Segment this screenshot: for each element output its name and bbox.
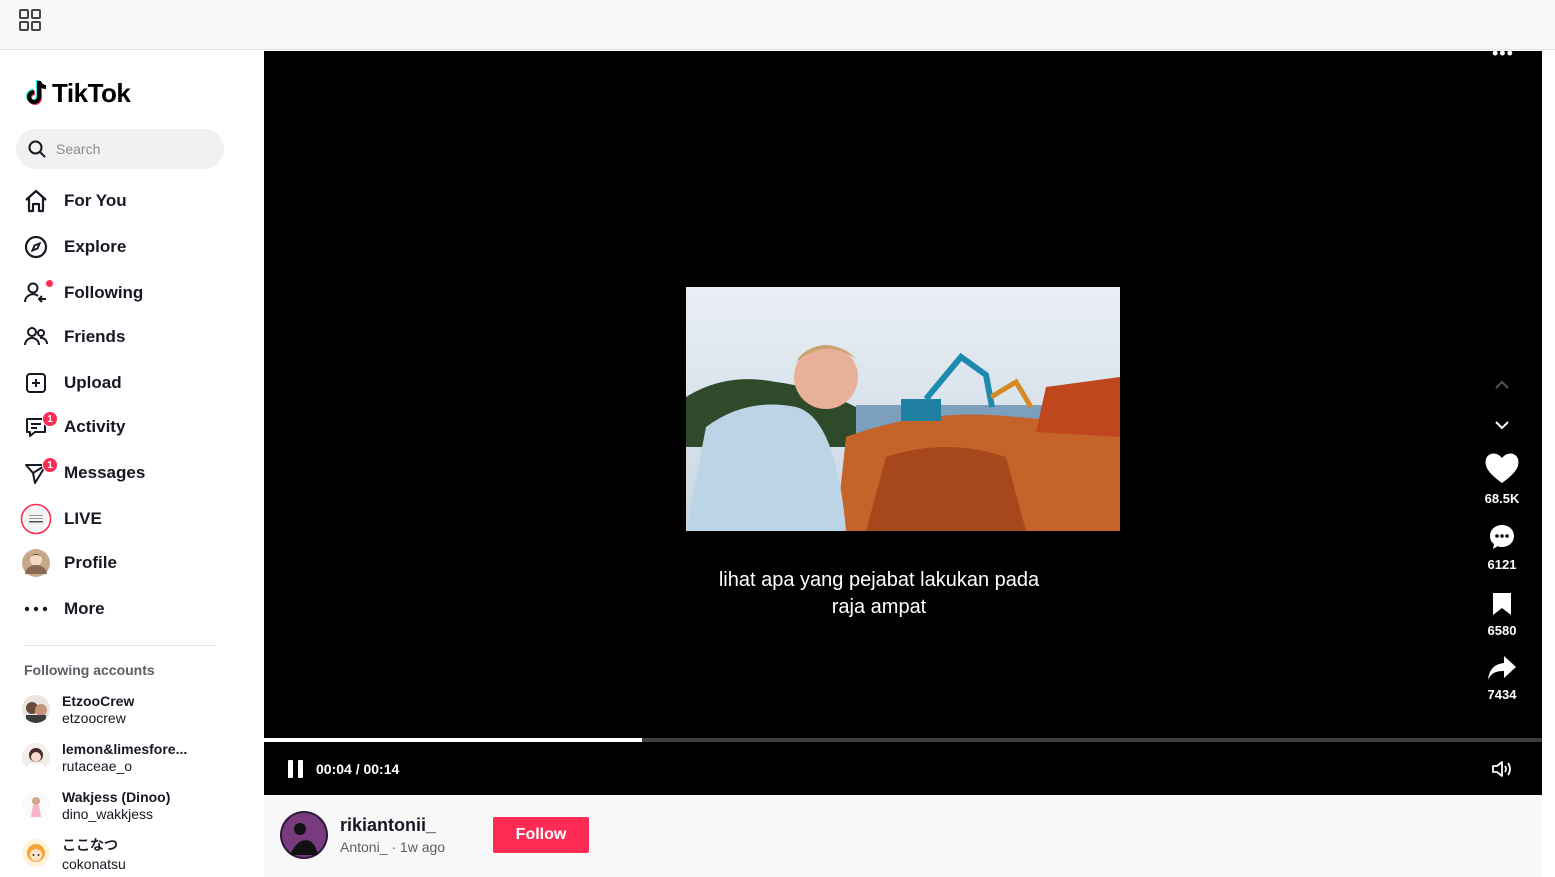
- account-avatar: [22, 743, 50, 771]
- following-account-item[interactable]: Wakjess (Dinoo) dino_wakkjess: [22, 785, 242, 825]
- player-controls: 00:04 / 00:14: [264, 742, 1542, 795]
- nav-item-messages[interactable]: 1 Messages: [20, 455, 240, 491]
- save-button[interactable]: 6580: [1472, 591, 1532, 638]
- sidebar-divider: [24, 645, 216, 646]
- like-count: 68.5K: [1484, 491, 1520, 506]
- top-bar: [0, 0, 1555, 50]
- friends-icon: [20, 321, 52, 353]
- nav-label: LIVE: [64, 509, 102, 528]
- nav-item-upload[interactable]: Upload: [20, 365, 240, 401]
- video-caption: lihat apa yang pejabat lakukan pada raja…: [674, 567, 1084, 621]
- account-avatar: [22, 839, 50, 867]
- caption-line: lihat apa yang pejabat lakukan pada: [718, 569, 1040, 591]
- search-icon: [28, 140, 46, 158]
- account-avatar: [22, 791, 50, 819]
- upload-icon: [20, 367, 52, 399]
- notification-dot: [46, 280, 53, 287]
- nav-label: For You: [64, 191, 127, 210]
- live-icon: [20, 503, 52, 535]
- bookmark-icon: [1493, 593, 1511, 615]
- nav-label: Activity: [64, 417, 126, 436]
- more-icon: [20, 593, 52, 625]
- following-icon: [20, 277, 53, 309]
- search-input[interactable]: [56, 141, 206, 157]
- nav-item-friends[interactable]: Friends: [20, 319, 240, 355]
- pause-icon: [288, 760, 293, 778]
- nav-item-explore[interactable]: Explore: [20, 229, 240, 265]
- following-accounts-title: Following accounts: [24, 662, 155, 678]
- account-name: Wakjess (Dinoo): [62, 788, 171, 805]
- video-info-bar: rikiantonii_ Antoni_ · 1w ago Follow: [264, 795, 1542, 877]
- share-count: 7434: [1487, 687, 1517, 702]
- nav-label: Explore: [64, 237, 127, 256]
- sidebar: TikTok For You Explore Following Friends: [0, 51, 264, 877]
- author-avatar[interactable]: [280, 811, 328, 859]
- nav-label: More: [64, 599, 105, 618]
- like-button[interactable]: 68.5K: [1472, 451, 1532, 506]
- account-avatar: [22, 695, 50, 723]
- activity-badge: 1: [42, 411, 58, 427]
- profile-avatar: [20, 547, 52, 579]
- previous-video-button[interactable]: [1490, 373, 1514, 397]
- comment-icon: [1490, 525, 1514, 549]
- caption-line: raja ampat: [831, 596, 927, 618]
- chevron-down-icon: [1495, 421, 1509, 430]
- search-box[interactable]: [16, 129, 224, 169]
- account-name: EtzooCrew: [62, 692, 135, 709]
- activity-icon: 1: [20, 411, 58, 443]
- author-username[interactable]: rikiantonii_: [340, 815, 436, 836]
- apps-grid-icon[interactable]: [19, 9, 41, 31]
- nav-label: Friends: [64, 327, 126, 346]
- nav-label: Profile: [64, 553, 117, 572]
- account-handle: cokonatsu: [62, 855, 126, 872]
- account-handle: dino_wakkjess: [62, 805, 154, 822]
- pause-icon-bar: [298, 760, 303, 778]
- nav-item-for-you[interactable]: For You: [20, 183, 240, 219]
- tiktok-logo[interactable]: TikTok: [24, 77, 131, 109]
- video-thumbnail: [686, 287, 1120, 531]
- account-handle: etzoocrew: [62, 709, 126, 726]
- account-handle: rutaceae_o: [62, 757, 133, 774]
- volume-icon[interactable]: [1490, 758, 1514, 780]
- nav-item-following[interactable]: Following: [20, 275, 240, 311]
- nav-item-activity[interactable]: 1 Activity: [20, 409, 240, 445]
- heart-icon: [1485, 453, 1519, 483]
- following-account-item[interactable]: ここなつ cokonatsu: [22, 833, 242, 873]
- following-account-item[interactable]: EtzooCrew etzoocrew: [22, 689, 242, 729]
- video-player[interactable]: ••• lihat apa yang pejabat lakukan pada …: [264, 43, 1542, 795]
- comment-button[interactable]: 6121: [1472, 523, 1532, 572]
- account-name: lemon&limesfore...: [62, 740, 188, 757]
- follow-button[interactable]: Follow: [493, 817, 589, 853]
- pause-button[interactable]: [288, 760, 304, 778]
- author-meta: Antoni_ · 1w ago: [340, 839, 446, 855]
- home-icon: [20, 185, 52, 217]
- account-name: ここなつ: [62, 836, 118, 853]
- comment-count: 6121: [1487, 557, 1517, 572]
- nav-label: Upload: [64, 373, 122, 392]
- tiktok-note-icon: [26, 80, 47, 105]
- save-count: 6580: [1487, 623, 1517, 638]
- nav-item-live[interactable]: LIVE: [20, 501, 240, 537]
- share-button[interactable]: 7434: [1472, 655, 1532, 702]
- video-frame: [686, 287, 1120, 531]
- nav-item-more[interactable]: More: [20, 591, 240, 627]
- compass-icon: [20, 231, 52, 263]
- more-options-icon[interactable]: •••: [1492, 43, 1514, 64]
- messages-icon: 1: [20, 457, 58, 489]
- next-video-button[interactable]: [1490, 413, 1514, 437]
- chevron-up-icon: [1495, 380, 1509, 389]
- nav-label: Messages: [64, 463, 146, 482]
- nav-item-profile[interactable]: Profile: [20, 545, 240, 581]
- share-icon: [1488, 656, 1516, 680]
- following-account-item[interactable]: lemon&limesfore... rutaceae_o: [22, 737, 242, 777]
- logo-text: TikTok: [52, 77, 131, 108]
- playback-time: 00:04 / 00:14: [316, 761, 400, 777]
- nav-label: Following: [64, 283, 144, 302]
- messages-badge: 1: [42, 457, 58, 473]
